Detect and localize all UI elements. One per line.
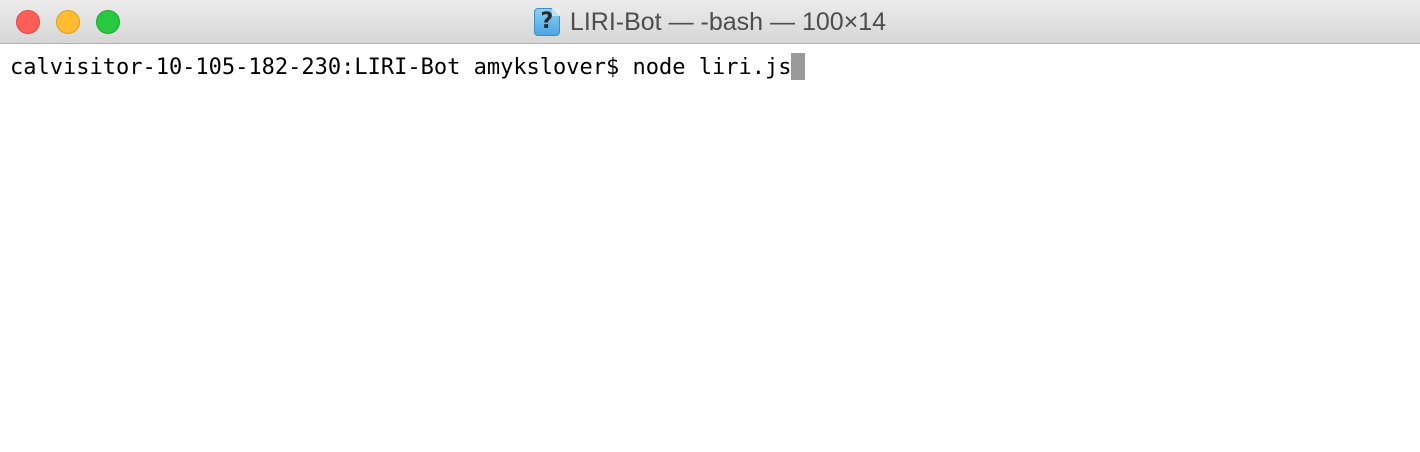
- typed-command: node liri.js: [632, 55, 792, 80]
- terminal-output[interactable]: calvisitor-10-105-182-230:LIRI-Bot amyks…: [0, 45, 1420, 452]
- terminal-window: ? LIRI-Bot — -bash — 100×14 calvisitor-1…: [0, 0, 1420, 452]
- question-document-icon[interactable]: ?: [533, 8, 560, 36]
- shell-prompt: calvisitor-10-105-182-230:LIRI-Bot amyks…: [10, 55, 633, 80]
- window-title: LIRI-Bot — -bash — 100×14: [569, 7, 887, 36]
- title-bar[interactable]: ? LIRI-Bot — -bash — 100×14: [0, 0, 1420, 44]
- text-cursor: [791, 53, 806, 80]
- window-title-area: ? LIRI-Bot — -bash — 100×14: [0, 0, 1420, 44]
- question-mark-glyph: ?: [540, 9, 554, 34]
